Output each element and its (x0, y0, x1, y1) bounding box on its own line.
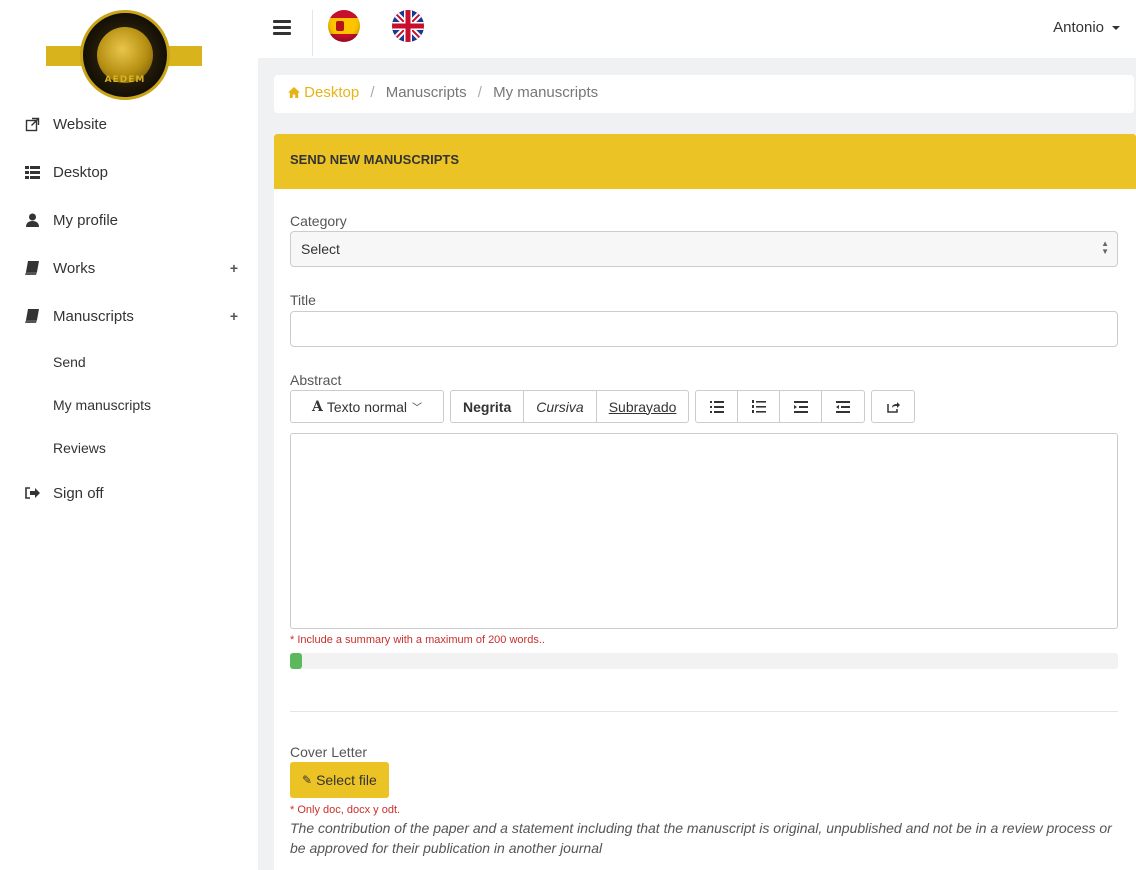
sidebar-item-manuscripts[interactable]: Manuscripts + (0, 292, 258, 340)
spanish-flag-icon[interactable] (328, 10, 360, 42)
category-select-value: Select (301, 241, 340, 257)
panel-body: Category Select ▲ ▼ Title Abstract A Text… (274, 213, 1136, 858)
font-style-label: Texto normal (326, 398, 408, 415)
outdent-icon (836, 400, 851, 413)
breadcrumb-separator: / (477, 84, 482, 101)
sidebar-item-sign-off[interactable]: Sign off (0, 469, 258, 517)
sidebar-item-website[interactable]: Website (0, 100, 258, 148)
sidebar: AEDEM Website Desktop My profile Works +… (0, 0, 258, 870)
share-button[interactable] (872, 391, 914, 422)
panel-title: SEND NEW MANUSCRIPTS (274, 134, 1136, 189)
breadcrumb-home[interactable]: Desktop (288, 84, 363, 101)
breadcrumb-current: My manuscripts (493, 84, 599, 101)
user-icon (24, 212, 40, 228)
book-icon (24, 260, 40, 276)
abstract-hint: * Include a summary with a maximum of 20… (290, 634, 545, 646)
numbered-list-button[interactable] (738, 391, 781, 422)
outdent-button[interactable] (822, 391, 864, 422)
book-icon (24, 308, 40, 324)
sidebar-item-label: Manuscripts (53, 307, 134, 325)
font-style-group: A Texto normal ﹀ (290, 390, 444, 423)
sidebar-subitem-reviews[interactable]: Reviews (0, 426, 258, 469)
indent-icon (793, 400, 808, 413)
user-name: Antonio (1053, 19, 1104, 36)
bold-button[interactable]: Negrita (451, 391, 525, 422)
italic-button[interactable]: Cursiva (524, 391, 597, 422)
editor-toolbar: A Texto normal ﹀ Negrita Cursiva Subraya… (290, 390, 1120, 423)
breadcrumb-section[interactable]: Manuscripts (386, 84, 467, 101)
sidebar-item-desktop[interactable]: Desktop (0, 148, 258, 196)
topbar-divider (312, 10, 313, 56)
sidebar-item-label: Website (53, 115, 107, 133)
abstract-editor[interactable] (290, 433, 1118, 629)
cover-letter-label: Cover Letter (290, 744, 368, 760)
chevron-down-icon: ﹀ (412, 403, 423, 414)
sidebar-item-label: Works (53, 259, 96, 277)
breadcrumb-home-label: Desktop (304, 84, 360, 101)
text-format-group: Negrita Cursiva Subrayado (450, 390, 690, 423)
menu-toggle-icon[interactable] (273, 20, 291, 36)
logo[interactable]: AEDEM (46, 8, 202, 106)
underline-button[interactable]: Subrayado (597, 391, 689, 422)
breadcrumb: Desktop / Manuscripts / My manuscripts (274, 75, 1134, 113)
external-link-icon (24, 116, 40, 132)
sidebar-item-label: Desktop (53, 163, 109, 181)
indent-button[interactable] (780, 391, 823, 422)
cover-letter-note: The contribution of the paper and a stat… (290, 820, 1112, 856)
breadcrumb-separator: / (370, 84, 375, 101)
topbar: Antonio (258, 0, 1136, 58)
file-type-hint: * Only doc, docx y odt. (290, 804, 401, 816)
caret-down-icon (1112, 26, 1120, 31)
title-label: Title (290, 292, 316, 308)
logo-emblem: AEDEM (80, 10, 170, 100)
category-label: Category (290, 213, 347, 229)
numbered-list-icon (751, 400, 766, 413)
uk-flag-icon[interactable] (392, 10, 424, 42)
paperclip-icon: ✎ (302, 773, 313, 787)
bullet-list-icon (709, 400, 724, 413)
font-style-dropdown[interactable]: A Texto normal ﹀ (291, 391, 443, 422)
select-file-button[interactable]: ✎ Select file (290, 762, 389, 798)
bullet-list-button[interactable] (696, 391, 739, 422)
share-icon (887, 401, 900, 413)
list-icon (24, 164, 40, 180)
sidebar-item-my-profile[interactable]: My profile (0, 196, 258, 244)
word-count-progress (290, 653, 1118, 669)
sidebar-subitem-my-manuscripts[interactable]: My manuscripts (0, 383, 258, 426)
select-file-label: Select file (316, 772, 377, 788)
sidebar-item-label: Sign off (53, 484, 104, 502)
expand-icon[interactable]: + (230, 260, 238, 276)
sign-out-icon (24, 485, 40, 501)
user-menu[interactable]: Antonio (1053, 19, 1120, 36)
logo-text: AEDEM (104, 75, 146, 85)
home-icon (288, 87, 300, 98)
font-icon: A (311, 398, 323, 415)
abstract-label: Abstract (290, 372, 342, 388)
sidebar-item-label: My profile (53, 211, 119, 229)
section-divider (290, 711, 1118, 712)
sidebar-nav: Website Desktop My profile Works + Manus… (0, 100, 258, 517)
select-arrows-icon: ▲ ▼ (1101, 239, 1109, 256)
word-count-progress-fill (290, 653, 302, 669)
expand-icon[interactable]: + (230, 308, 238, 324)
sidebar-item-works[interactable]: Works + (0, 244, 258, 292)
send-manuscript-panel: SEND NEW MANUSCRIPTS Category Select ▲ ▼ … (274, 134, 1136, 870)
sidebar-subitem-send[interactable]: Send (0, 340, 258, 383)
list-format-group (695, 390, 866, 423)
share-group (871, 390, 916, 423)
main-content: Desktop / Manuscripts / My manuscripts S… (258, 58, 1136, 870)
title-input[interactable] (290, 311, 1118, 347)
category-select[interactable]: Select ▲ ▼ (290, 231, 1118, 267)
